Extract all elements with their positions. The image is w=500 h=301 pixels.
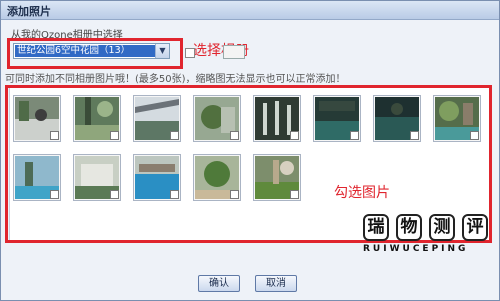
logo-char: 评 <box>462 214 488 241</box>
logo-subtext: RUIWUCEPING <box>363 244 469 254</box>
dialog-title: 添加照片 <box>7 5 51 18</box>
select-all-checkbox[interactable] <box>185 48 195 58</box>
add-photo-dialog: 添加照片 从我的Qzone相册中选择 世纪公园6空中花园（13） ▼ 选择相册 … <box>0 0 500 301</box>
logo-char: 瑞 <box>363 214 389 241</box>
annotation-select-box <box>7 38 183 69</box>
logo-char: 测 <box>429 214 455 241</box>
confirm-button[interactable]: 确认 <box>198 275 240 292</box>
watermark-logo: 瑞 物 测 评 RUIWUCEPING <box>359 214 491 288</box>
dialog-titlebar: 添加照片 <box>1 1 499 20</box>
cancel-button[interactable]: 取消 <box>255 275 297 292</box>
toolbar-button[interactable] <box>223 45 245 59</box>
hint-text: 可同时添加不同相册图片哦！(最多50张)，缩略图无法显示也可以正常添加！ <box>5 74 346 85</box>
annotation-check-label: 勾选图片 <box>334 185 390 201</box>
logo-char: 物 <box>396 214 422 241</box>
